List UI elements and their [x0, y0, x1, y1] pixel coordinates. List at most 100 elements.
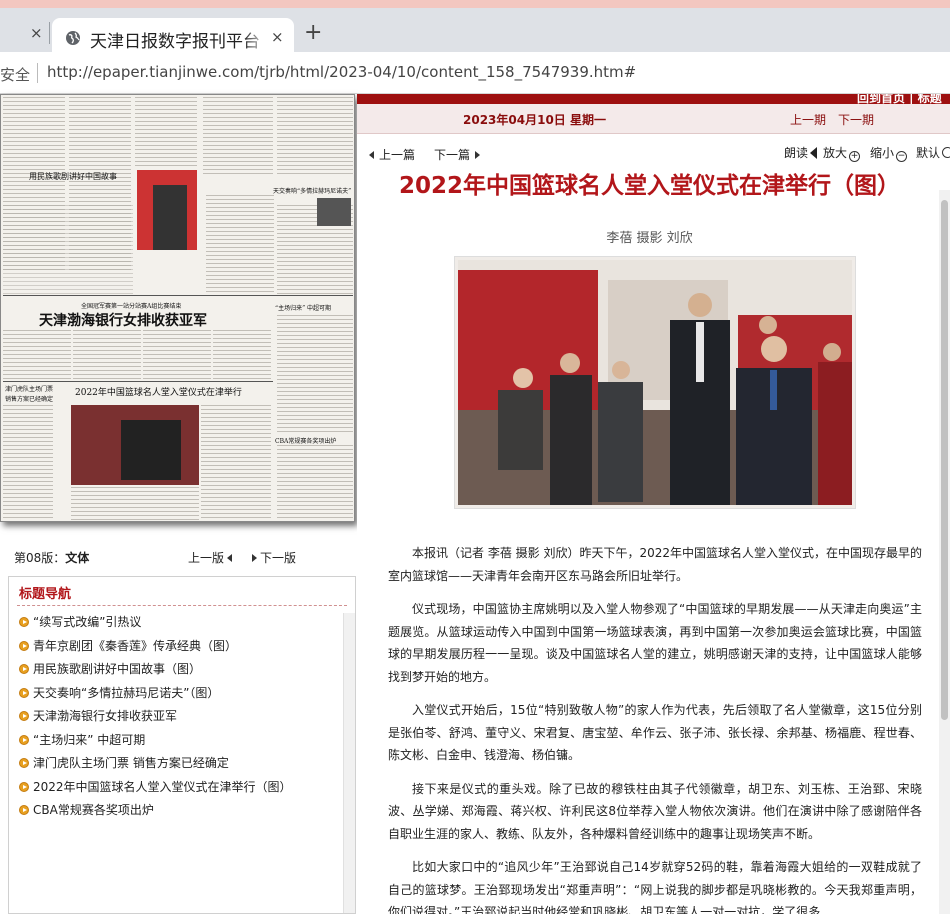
headline-item[interactable]: 用民族歌剧讲好中国故事（图） [19, 660, 339, 684]
thumb-headline: “主场归来” 中超可期 [275, 305, 332, 312]
headline-item[interactable]: 2022年中国篮球名人堂入堂仪式在津举行（图） [19, 778, 339, 802]
address-divider [37, 63, 38, 83]
minus-icon: − [896, 151, 908, 162]
text-column [201, 405, 271, 520]
speaker-icon [810, 147, 818, 159]
next-page-link[interactable]: 下一版 [252, 549, 296, 566]
thumb-photo-person [153, 185, 187, 250]
headline-item-label: 津门虎队主场门票 销售方案已经确定 [33, 756, 229, 770]
previous-tab-close-icon[interactable]: × [30, 24, 43, 42]
tab-close-icon[interactable]: × [271, 28, 284, 46]
prev-article-link[interactable]: 上一篇 [369, 146, 415, 163]
date-bar: 2023年04月10日 星期一 上一期 下一期 [357, 104, 950, 134]
security-label[interactable]: 安全 [0, 64, 30, 85]
headline-item-label: 青年京剧团《秦香莲》传承经典（图） [33, 638, 238, 653]
url-field[interactable]: http://epaper.tianjinwe.com/tjrb/html/20… [47, 63, 636, 81]
address-bar[interactable]: 安全 http://epaper.tianjinwe.com/tjrb/html… [0, 52, 950, 94]
thumb-headline: 用民族歌剧讲好中国故事 [29, 172, 117, 181]
article-photo[interactable] [454, 256, 856, 509]
prev-article-label: 上一篇 [379, 148, 416, 162]
text-column [71, 487, 199, 520]
next-article-link[interactable]: 下一篇 [434, 146, 481, 163]
next-issue-link[interactable]: 下一期 [838, 111, 874, 128]
text-column [73, 330, 141, 380]
right-arrow-icon [252, 554, 257, 562]
bullet-icon [19, 617, 29, 627]
thumb-photo-people [121, 420, 181, 480]
photo-illustration [458, 260, 852, 505]
default-size-label: 默认 [916, 146, 941, 160]
zoom-in-button[interactable]: 放大 + [823, 144, 861, 162]
zoom-in-label: 放大 [823, 146, 848, 160]
thumb-headline: 天交奏响“多情拉赫玛尼诺夫” [273, 188, 352, 195]
text-column [203, 97, 273, 177]
newspaper-page-thumbnail[interactable]: 用民族歌剧讲好中国故事 天交奏响“多情拉赫玛尼诺夫” 全国冠军赛第一站分站赛A组… [0, 94, 355, 522]
headline-item[interactable]: 天交奏响“多情拉赫玛尼诺夫”（图） [19, 684, 339, 708]
prev-page-link[interactable]: 上一版 [188, 549, 233, 566]
globe-icon [66, 31, 80, 45]
headline-item[interactable]: 青年京剧团《秦香莲》传承经典（图） [19, 637, 339, 661]
plus-icon: + [849, 151, 861, 162]
headline-item-label: 天津渤海银行女排收获亚军 [33, 709, 178, 723]
tab-separator [49, 22, 50, 44]
next-page-label: 下一版 [260, 551, 297, 565]
top-banner: 回到首页 | 标题 [357, 94, 950, 105]
new-tab-button[interactable]: + [304, 22, 322, 44]
article-paragraph: 本报讯（记者 李蓓 摄影 刘欣）昨天下午，2022年中国篮球名人堂入堂仪式，在中… [388, 546, 922, 583]
page-scrollbar[interactable] [939, 190, 950, 914]
thumb-headline: 销售方案已经确定 [5, 396, 54, 403]
page-label-prefix: 第08版： [14, 551, 66, 565]
thumb-headline: 2022年中国篮球名人堂入堂仪式在津举行 [75, 388, 242, 398]
left-panel: 用民族歌剧讲好中国故事 天交奏响“多情拉赫玛尼诺夫” 全国冠军赛第一站分站赛A组… [0, 94, 357, 914]
headline-item-label: “续写式改编”引热议 [33, 615, 142, 629]
bullet-icon [19, 664, 29, 674]
scrollbar-thumb[interactable] [941, 200, 948, 720]
bullet-icon [19, 781, 29, 792]
tab-title: 天津日报数字报刊平台 [90, 27, 268, 52]
issue-date: 2023年04月10日 星期一 [463, 113, 606, 127]
bullet-icon [19, 734, 29, 745]
default-size-button[interactable]: 默认 [916, 144, 950, 161]
headline-nav-scrollbar[interactable] [343, 613, 355, 913]
text-column [135, 97, 197, 167]
article-paragraph: 接下来是仪式的重头戏。除了已故的穆铁柱由其子代领徽章，胡卫东、刘玉栋、王治郅、宋… [388, 781, 922, 841]
headline-item-label: “主场归来” 中超可期 [33, 732, 146, 747]
right-arrow-icon [475, 151, 481, 159]
page-navigation: 第08版：文体 上一版 下一版 [14, 549, 354, 569]
headline-item[interactable]: 天津渤海银行女排收获亚军 [19, 707, 339, 731]
thumb-headline: CBA常规赛各奖项出炉 [275, 438, 337, 445]
headline-item-label: 用民族歌剧讲好中国故事（图） [33, 662, 202, 676]
left-arrow-icon [369, 151, 374, 159]
headline-item[interactable]: CBA常规赛各奖项出炉 [19, 801, 339, 825]
headline-item[interactable]: “主场归来” 中超可期 [19, 731, 339, 755]
headline-navigation: 标题导航 “续写式改编”引热议 青年京剧团《秦香莲》传承经典（图） 用民族歌剧讲… [8, 576, 356, 914]
bullet-icon [19, 687, 29, 698]
headline-list: “续写式改编”引热议 青年京剧团《秦香莲》传承经典（图） 用民族歌剧讲好中国故事… [19, 613, 339, 825]
next-article-label: 下一篇 [434, 148, 471, 162]
text-column [213, 330, 271, 380]
article-byline: 李蓓 摄影 刘欣 [606, 231, 693, 246]
read-aloud-button[interactable]: 朗读 [784, 144, 818, 161]
zoom-out-label: 缩小 [870, 146, 895, 160]
reset-icon [942, 147, 950, 158]
text-column [206, 195, 274, 295]
thumb-headline: 津门虎队主场门票 [5, 386, 54, 393]
prev-issue-link[interactable]: 上一期 [790, 111, 826, 128]
thumb-photo-concert [317, 198, 351, 226]
text-column [3, 330, 71, 380]
bullet-icon [19, 805, 29, 815]
thumb-rule [3, 295, 353, 296]
headline-item[interactable]: 津门虎队主场门票 销售方案已经确定 [19, 754, 339, 778]
thumb-headline: 全国冠军赛第一站分站赛A组比赛结束 [81, 303, 182, 310]
article-paragraph: 入堂仪式开始后，15位“特别致敬人物”的家人作为代表，先后领取了名人堂徽章，这1… [388, 703, 922, 762]
read-aloud-label: 朗读 [784, 146, 809, 160]
article-paragraph: 比如大家口中的“追风少年”王治郅说自己14岁就穿52码的鞋，靠着海霞大姐给的一双… [388, 860, 922, 914]
divider [17, 605, 347, 606]
left-arrow-icon [227, 554, 233, 562]
text-column [143, 330, 211, 380]
headline-item[interactable]: “续写式改编”引热议 [19, 613, 339, 637]
article-title: 2022年中国篮球名人堂入堂仪式在津举行（图） [398, 173, 900, 199]
zoom-out-button[interactable]: 缩小 − [870, 144, 908, 162]
page-section: 文体 [65, 551, 90, 565]
article-paragraph: 仪式现场，中国篮协主席姚明以及入堂人物参观了“中国篮球的早期发展——从天津走向奥… [388, 602, 922, 684]
